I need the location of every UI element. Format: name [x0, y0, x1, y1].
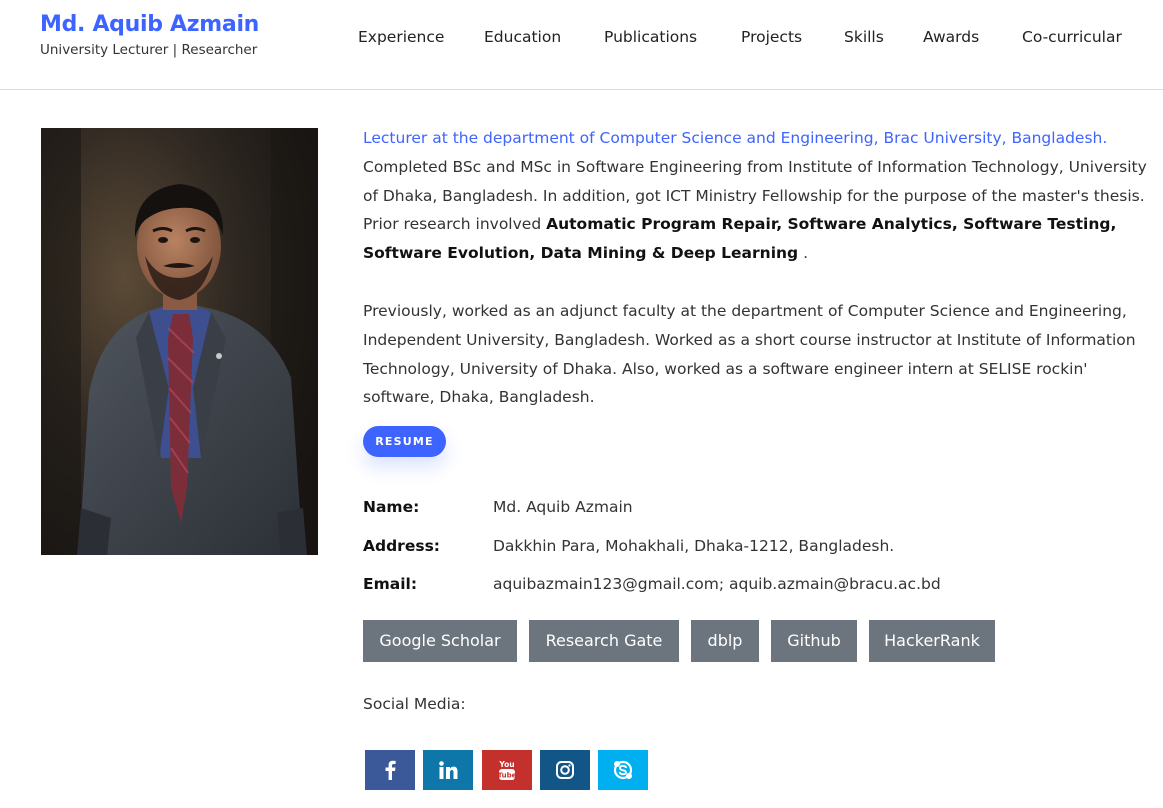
name-value: Md. Aquib Azmain — [493, 498, 633, 516]
bio-period: . — [803, 244, 809, 263]
facebook-icon[interactable] — [365, 750, 415, 790]
nav-experience[interactable]: Experience — [358, 28, 444, 48]
name-label: Name: — [363, 498, 420, 516]
nav-education[interactable]: Education — [484, 28, 561, 48]
bio-lead: Lecturer at the department of Computer S… — [363, 129, 1108, 147]
svg-text:Tube: Tube — [498, 772, 516, 780]
address-value: Dakkhin Para, Mohakhali, Dhaka-1212, Ban… — [493, 537, 895, 555]
email-label: Email: — [363, 575, 418, 593]
nav-awards[interactable]: Awards — [923, 28, 979, 48]
skype-icon[interactable] — [598, 750, 648, 790]
bio-section: Lecturer at the department of Computer S… — [363, 124, 1153, 412]
site-title[interactable]: Md. Aquib Azmain — [40, 12, 259, 37]
dblp-button[interactable]: dblp — [691, 620, 759, 662]
github-button[interactable]: Github — [771, 620, 857, 662]
profile-photo — [41, 128, 318, 555]
site-header: Md. Aquib Azmain University Lecturer | R… — [0, 0, 1163, 90]
hackerrank-button[interactable]: HackerRank — [869, 620, 995, 662]
resume-button[interactable]: RESUME — [363, 426, 446, 457]
google-scholar-button[interactable]: Google Scholar — [363, 620, 517, 662]
svg-text:You: You — [498, 760, 514, 769]
nav-co-curricular[interactable]: Co-curricular — [1022, 28, 1122, 48]
bio-paragraph-1: Lecturer at the department of Computer S… — [363, 124, 1153, 268]
site-subtitle: University Lecturer | Researcher — [40, 42, 258, 58]
social-media-label: Social Media: — [363, 695, 466, 713]
address-label: Address: — [363, 537, 440, 555]
nav-projects[interactable]: Projects — [741, 28, 802, 48]
email-value[interactable]: aquibazmain123@gmail.com; aquib.azmain@b… — [493, 575, 941, 593]
bio-paragraph-2: Previously, worked as an adjunct faculty… — [363, 301, 1136, 407]
youtube-icon[interactable]: You Tube — [482, 750, 532, 790]
instagram-icon[interactable] — [540, 750, 590, 790]
nav-publications[interactable]: Publications — [604, 28, 697, 48]
research-gate-button[interactable]: Research Gate — [529, 620, 679, 662]
nav-skills[interactable]: Skills — [844, 28, 884, 48]
linkedin-icon[interactable] — [423, 750, 473, 790]
